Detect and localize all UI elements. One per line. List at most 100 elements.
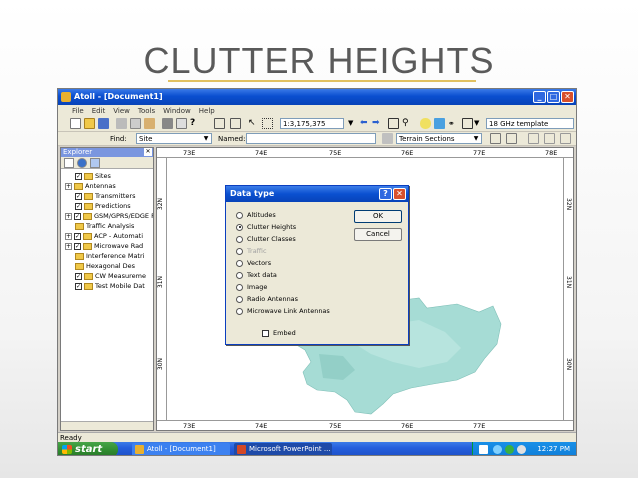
radio-button[interactable]	[236, 259, 243, 267]
close-icon[interactable]: ✕	[144, 148, 152, 156]
menu-edit[interactable]: Edit	[92, 107, 106, 115]
cancel-button[interactable]: Cancel	[354, 228, 402, 241]
chevron-down-icon[interactable]: ▼	[472, 135, 480, 142]
draw-tool-icon[interactable]	[490, 133, 501, 144]
chevron-down-icon[interactable]: ▼	[202, 135, 210, 142]
tab-geo-icon[interactable]	[77, 158, 87, 168]
find-combo[interactable]: Site ▼	[136, 133, 212, 144]
data-type-option[interactable]: Image	[236, 282, 267, 292]
forward-arrow-icon[interactable]: ➡	[372, 118, 383, 129]
tooltip-icon[interactable]	[420, 118, 431, 129]
tree-item[interactable]: ✓ Test Mobile Dat	[61, 281, 153, 291]
visibility-checkbox[interactable]: ✓	[74, 232, 81, 240]
start-button[interactable]: start	[58, 442, 118, 455]
tree-item[interactable]: ✓ Predictions	[61, 201, 153, 211]
zoom-fit-icon[interactable]	[388, 118, 399, 129]
radio-button[interactable]	[236, 283, 243, 291]
minimize-button[interactable]: _	[533, 91, 546, 103]
template-combo[interactable]: 18 GHz template	[486, 118, 574, 129]
redraw-icon[interactable]	[230, 118, 241, 129]
refresh-icon[interactable]	[214, 118, 225, 129]
visibility-checkbox[interactable]: ✓	[75, 282, 82, 290]
tab-modules-icon[interactable]	[90, 158, 100, 168]
properties-icon[interactable]	[462, 118, 473, 129]
visibility-checkbox[interactable]: ✓	[74, 212, 81, 220]
data-type-option[interactable]: Altitudes	[236, 210, 276, 220]
tree-item[interactable]: + ✓ ACP - Automati	[61, 231, 153, 241]
extra-tool-icon[interactable]	[560, 133, 571, 144]
expand-toggle-icon[interactable]: +	[65, 212, 72, 220]
visibility-checkbox[interactable]: ✓	[74, 242, 81, 250]
print-icon[interactable]	[162, 118, 173, 129]
radio-button[interactable]	[236, 211, 243, 219]
volume-icon[interactable]	[517, 445, 526, 454]
dialog-close-button[interactable]: ✕	[393, 188, 406, 200]
open-folder-icon[interactable]	[84, 118, 95, 129]
explorer-scrollbar[interactable]	[61, 421, 153, 430]
tree-item[interactable]: ✓ Transmitters	[61, 191, 153, 201]
network-icon[interactable]	[493, 445, 502, 454]
back-arrow-icon[interactable]: ⬅	[360, 118, 371, 129]
options-tool-icon[interactable]	[544, 133, 555, 144]
data-type-option[interactable]: Clutter Heights	[236, 222, 296, 232]
paste-icon[interactable]	[144, 118, 155, 129]
menu-window[interactable]: Window	[163, 107, 191, 115]
data-type-option[interactable]: Clutter Classes	[236, 234, 296, 244]
link-tool-icon[interactable]	[506, 133, 517, 144]
scale-combo[interactable]: 1:3,175,375	[280, 118, 344, 129]
tree-item[interactable]: ✓ CW Measureme	[61, 271, 153, 281]
template-chevron-icon[interactable]: ▼	[474, 118, 485, 129]
tree-item[interactable]: + Antennas	[61, 181, 153, 191]
tree-item[interactable]: ✓ Sites	[61, 171, 153, 181]
save-icon[interactable]	[98, 118, 109, 129]
help-icon[interactable]: ?	[190, 118, 201, 129]
app-titlebar[interactable]: Atoll - [Document1] _ □ ✕	[58, 89, 576, 105]
zoom-rect-icon[interactable]	[262, 118, 273, 129]
expand-toggle-icon[interactable]: +	[65, 182, 72, 190]
security-icon[interactable]	[505, 445, 514, 454]
ok-button[interactable]: OK	[354, 210, 402, 223]
expand-toggle-icon[interactable]: +	[65, 232, 72, 240]
measure-icon[interactable]	[434, 118, 445, 129]
menu-file[interactable]: File	[72, 107, 84, 115]
radio-button[interactable]	[236, 223, 243, 231]
edit-tool-icon[interactable]	[528, 133, 539, 144]
taskbar-item-atoll[interactable]: Atoll - [Document1]	[132, 443, 230, 455]
visibility-checkbox[interactable]: ✓	[75, 272, 82, 280]
visibility-checkbox[interactable]: ✓	[75, 172, 82, 180]
data-type-option[interactable]: Radio Antennas	[236, 294, 298, 304]
menu-view[interactable]: View	[113, 107, 130, 115]
pointer-icon[interactable]: ↖	[248, 118, 259, 129]
cut-icon[interactable]	[116, 118, 127, 129]
help-tray-icon[interactable]	[479, 445, 488, 454]
tree-item[interactable]: Traffic Analysis	[61, 221, 153, 231]
radio-button[interactable]	[236, 235, 243, 243]
data-type-option[interactable]: Text data	[236, 270, 277, 280]
menu-help[interactable]: Help	[199, 107, 215, 115]
terrain-icon[interactable]	[382, 133, 393, 144]
copy-icon[interactable]	[130, 118, 141, 129]
chevron-down-icon[interactable]: ▼	[348, 118, 359, 129]
magnifier-icon[interactable]: ⚲	[402, 118, 413, 129]
radio-button[interactable]	[236, 307, 243, 315]
print-preview-icon[interactable]	[176, 118, 187, 129]
data-type-option[interactable]: Vectors	[236, 258, 271, 268]
named-input[interactable]	[246, 133, 376, 144]
tree-item[interactable]: Interference Matri	[61, 251, 153, 261]
tree-item[interactable]: Hexagonal Des	[61, 261, 153, 271]
tab-data-icon[interactable]	[64, 158, 74, 168]
tree-item[interactable]: + ✓ Microwave Rad	[61, 241, 153, 251]
embed-checkbox[interactable]	[262, 329, 269, 337]
menu-tools[interactable]: Tools	[138, 107, 155, 115]
radio-button[interactable]	[236, 295, 243, 303]
terrain-combo[interactable]: Terrain Sections ▼	[396, 133, 482, 144]
binoculars-icon[interactable]: ⚭	[448, 118, 459, 129]
taskbar-item-powerpoint[interactable]: Microsoft PowerPoint ...	[234, 443, 332, 455]
maximize-button[interactable]: □	[547, 91, 560, 103]
radio-button[interactable]	[236, 271, 243, 279]
new-document-icon[interactable]	[70, 118, 81, 129]
expand-toggle-icon[interactable]: +	[65, 242, 72, 250]
close-button[interactable]: ✕	[561, 91, 574, 103]
visibility-checkbox[interactable]: ✓	[75, 192, 82, 200]
tree-item[interactable]: + ✓ GSM/GPRS/EDGE P	[61, 211, 153, 221]
